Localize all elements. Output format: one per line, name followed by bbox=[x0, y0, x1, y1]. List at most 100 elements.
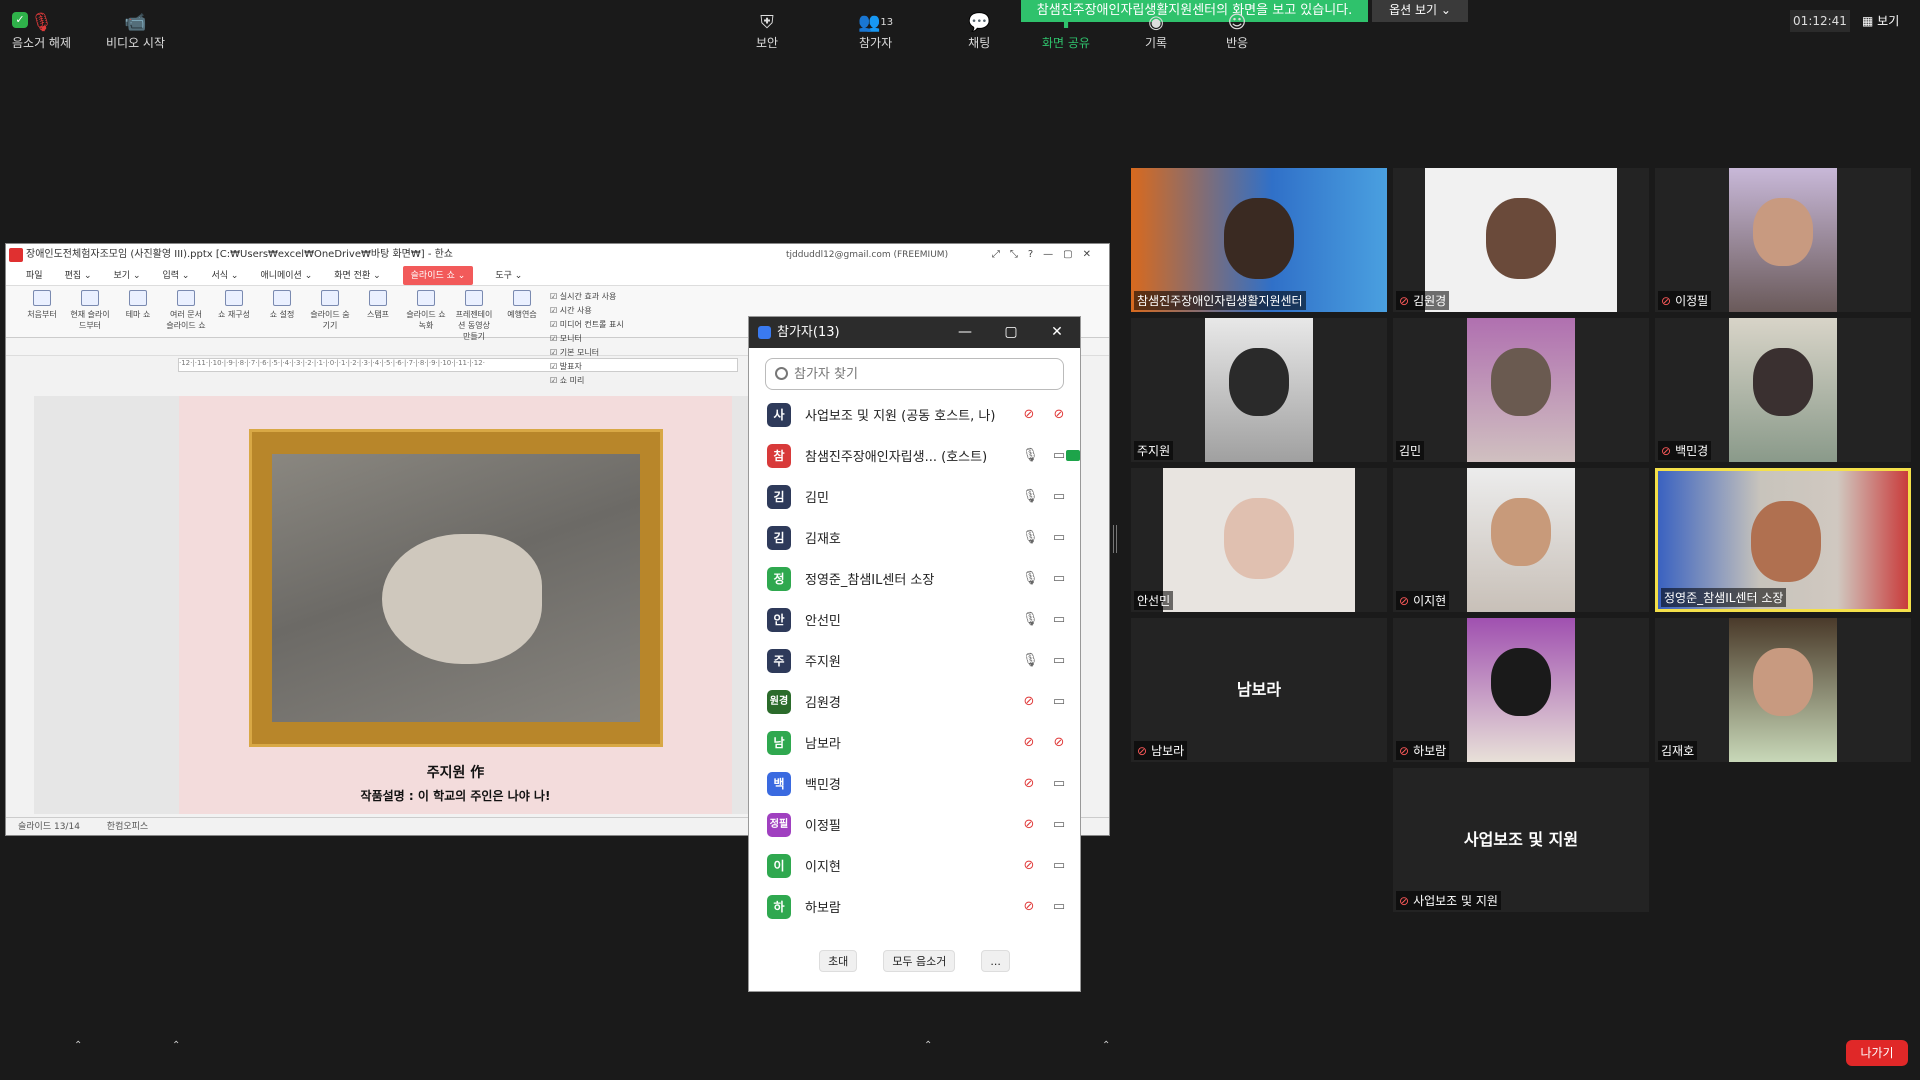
doc-menu-item[interactable]: 입력 ⌄ bbox=[163, 266, 190, 285]
participant-row[interactable]: 김 김민 🎙 ▭ bbox=[749, 476, 1080, 517]
participant-search[interactable] bbox=[765, 358, 1064, 390]
ribbon-button[interactable]: 처음부터 bbox=[22, 290, 62, 333]
video-icon[interactable]: ▭ bbox=[1050, 612, 1068, 628]
video-tile[interactable]: ⊘ 김원경 bbox=[1393, 168, 1649, 312]
participant-row[interactable]: 참 참샘진주장애인자립생... (호스트) 🎙 ▭ bbox=[749, 435, 1080, 476]
video-icon[interactable]: ▭ bbox=[1050, 530, 1068, 546]
audio-options-chevron-icon[interactable]: ⌃ bbox=[74, 1040, 82, 1051]
minimize-icon[interactable]: — bbox=[942, 317, 988, 348]
video-icon[interactable]: ▭ bbox=[1050, 489, 1068, 505]
mic-icon[interactable]: 🎙 bbox=[1022, 653, 1039, 669]
mic-off-icon[interactable]: ⊘ bbox=[1022, 776, 1036, 792]
share-options-chevron-icon[interactable]: ⌃ bbox=[1102, 1040, 1110, 1051]
video-icon[interactable]: ▭ bbox=[1050, 448, 1068, 464]
mic-icon[interactable]: 🎙 bbox=[1022, 571, 1039, 587]
mic-off-icon[interactable]: ⊘ bbox=[1022, 858, 1036, 874]
video-icon[interactable]: ▭ bbox=[1050, 899, 1068, 915]
participant-row[interactable]: 김 김재호 🎙 ▭ bbox=[749, 517, 1080, 558]
video-tile[interactable]: 김민 bbox=[1393, 318, 1649, 462]
record-button[interactable]: ◉ 기록 bbox=[1145, 12, 1167, 51]
video-off-icon[interactable]: ⊘ bbox=[1050, 407, 1068, 423]
mic-icon[interactable]: 🎙 bbox=[1022, 489, 1039, 505]
participant-row[interactable]: 정 정영준_참샘IL센터 소장 🎙 ▭ bbox=[749, 558, 1080, 599]
ribbon-checkbox[interactable]: ☑ 쇼 미리 bbox=[550, 374, 660, 388]
ribbon-button[interactable]: 예행연습 bbox=[502, 290, 542, 333]
ribbon-button[interactable]: 스탬프 bbox=[358, 290, 398, 333]
mic-off-icon[interactable]: ⊘ bbox=[1022, 694, 1036, 710]
security-button[interactable]: ⛨ 보안 bbox=[756, 12, 778, 51]
mic-icon[interactable]: 🎙 bbox=[1022, 612, 1039, 628]
mic-icon[interactable]: 🎙 bbox=[1022, 448, 1039, 464]
ribbon-button[interactable]: 슬라이드 숨기기 bbox=[310, 290, 350, 333]
unmute-button[interactable]: 🎙 음소거 해제 bbox=[12, 12, 71, 51]
ribbon-checkbox[interactable]: ☑ 미디어 컨트롤 표시 bbox=[550, 318, 660, 332]
doc-menu-item[interactable]: 화면 전환 ⌄ bbox=[334, 266, 380, 285]
more-button[interactable]: ... bbox=[981, 950, 1010, 972]
participant-row[interactable]: 하 하보람 ⊘ ▭ bbox=[749, 886, 1080, 927]
participant-row[interactable]: 원경 김원경 ⊘ ▭ bbox=[749, 681, 1080, 722]
ribbon-checkbox[interactable]: ☑ 기본 모니터 bbox=[550, 346, 660, 360]
video-tile[interactable]: ⊘ 백민경 bbox=[1655, 318, 1911, 462]
video-icon[interactable]: ▭ bbox=[1050, 817, 1068, 833]
video-tile[interactable]: ⊘ 하보람 bbox=[1393, 618, 1649, 762]
doc-menu-item[interactable]: 파일 bbox=[26, 266, 43, 285]
mic-off-icon[interactable]: ⊘ bbox=[1022, 735, 1036, 751]
participant-row[interactable]: 사 사업보조 및 지원 (공동 호스트, 나) ⊘ ⊘ bbox=[749, 394, 1080, 435]
participant-search-input[interactable] bbox=[766, 359, 1063, 389]
ribbon-button[interactable]: 테마 쇼 bbox=[118, 290, 158, 333]
ribbon-button[interactable]: 쇼 재구성 bbox=[214, 290, 254, 333]
video-icon[interactable]: ▭ bbox=[1050, 694, 1068, 710]
video-tile[interactable]: ⊘ 이지현 bbox=[1393, 468, 1649, 612]
mic-off-icon[interactable]: ⊘ bbox=[1022, 817, 1036, 833]
video-icon[interactable]: ▭ bbox=[1050, 776, 1068, 792]
video-options-chevron-icon[interactable]: ⌃ bbox=[172, 1040, 180, 1051]
video-tile[interactable]: 사업보조 및 지원 ⊘ 사업보조 및 지원 bbox=[1393, 768, 1649, 912]
video-tile[interactable]: 정영준_참샘IL센터 소장 bbox=[1655, 468, 1911, 612]
participant-row[interactable]: 주 주지원 🎙 ▭ bbox=[749, 640, 1080, 681]
video-tile[interactable]: 안선민 bbox=[1131, 468, 1387, 612]
close-icon[interactable]: ✕ bbox=[1034, 317, 1080, 348]
video-icon[interactable]: ▭ bbox=[1050, 653, 1068, 669]
video-tile[interactable]: 남보라 ⊘ 남보라 bbox=[1131, 618, 1387, 762]
view-options-button[interactable]: 옵션 보기 ⌄ bbox=[1372, 0, 1468, 22]
video-tile[interactable]: ⊘ 이정필 bbox=[1655, 168, 1911, 312]
ribbon-button[interactable]: 프레젠테이션 동영상 만들기 bbox=[454, 290, 494, 341]
maximize-icon[interactable]: ▢ bbox=[988, 317, 1034, 348]
ribbon-checkbox[interactable]: ☑ 모니터 bbox=[550, 332, 660, 346]
doc-menu-item[interactable]: 서식 ⌄ bbox=[211, 266, 238, 285]
ribbon-button[interactable]: 현재 슬라이드부터 bbox=[70, 290, 110, 333]
share-screen-button[interactable]: ⬆ 화면 공유 bbox=[1042, 12, 1090, 51]
doc-menu-item[interactable]: 보기 ⌄ bbox=[114, 266, 141, 285]
doc-menu-item[interactable]: 편집 ⌄ bbox=[65, 266, 92, 285]
video-tile[interactable]: 김재호 bbox=[1655, 618, 1911, 762]
participant-row[interactable]: 남 남보라 ⊘ ⊘ bbox=[749, 722, 1080, 763]
doc-menu-item[interactable]: 슬라이드 쇼 ⌄ bbox=[402, 266, 474, 285]
participants-chevron-icon[interactable]: ⌃ bbox=[924, 1040, 932, 1051]
mute-all-button[interactable]: 모두 음소거 bbox=[883, 950, 956, 972]
view-button[interactable]: ▦ 보기 bbox=[1862, 10, 1899, 32]
reactions-button[interactable]: ☺ 반응 bbox=[1226, 12, 1248, 51]
participant-row[interactable]: 정필 이정필 ⊘ ▭ bbox=[749, 804, 1080, 845]
participant-row[interactable]: 안 안선민 🎙 ▭ bbox=[749, 599, 1080, 640]
ribbon-checkbox[interactable]: ☑ 실시간 효과 사용 bbox=[550, 290, 660, 304]
ribbon-button[interactable]: 슬라이드 쇼 녹화 bbox=[406, 290, 446, 333]
split-divider-handle[interactable] bbox=[1113, 525, 1117, 553]
video-off-icon[interactable]: ⊘ bbox=[1050, 735, 1068, 751]
doc-menu-item[interactable]: 도구 ⌄ bbox=[495, 266, 522, 285]
chat-button[interactable]: 💬 채팅 bbox=[968, 12, 990, 51]
video-tile[interactable]: 참샘진주장애인자립생활지원센터 bbox=[1131, 168, 1387, 312]
ribbon-checkbox[interactable]: ☑ 발표자 bbox=[550, 360, 660, 374]
ribbon-checkbox[interactable]: ☑ 시간 사용 bbox=[550, 304, 660, 318]
ribbon-button[interactable]: 여러 문서 슬라이드 쇼 bbox=[166, 290, 206, 333]
mic-off-icon[interactable]: ⊘ bbox=[1022, 407, 1036, 423]
mic-icon[interactable]: 🎙 bbox=[1022, 530, 1039, 546]
ribbon-button[interactable]: 쇼 설정 bbox=[262, 290, 302, 333]
video-icon[interactable]: ▭ bbox=[1050, 858, 1068, 874]
video-tile[interactable]: 주지원 bbox=[1131, 318, 1387, 462]
video-icon[interactable]: ▭ bbox=[1050, 571, 1068, 587]
invite-button[interactable]: 초대 bbox=[819, 950, 858, 972]
participant-row[interactable]: 이 이지현 ⊘ ▭ bbox=[749, 845, 1080, 886]
participant-row[interactable]: 백 백민경 ⊘ ▭ bbox=[749, 763, 1080, 804]
doc-menu-item[interactable]: 애니메이션 ⌄ bbox=[260, 266, 312, 285]
participants-button[interactable]: 👥13 참가자 bbox=[858, 12, 893, 51]
